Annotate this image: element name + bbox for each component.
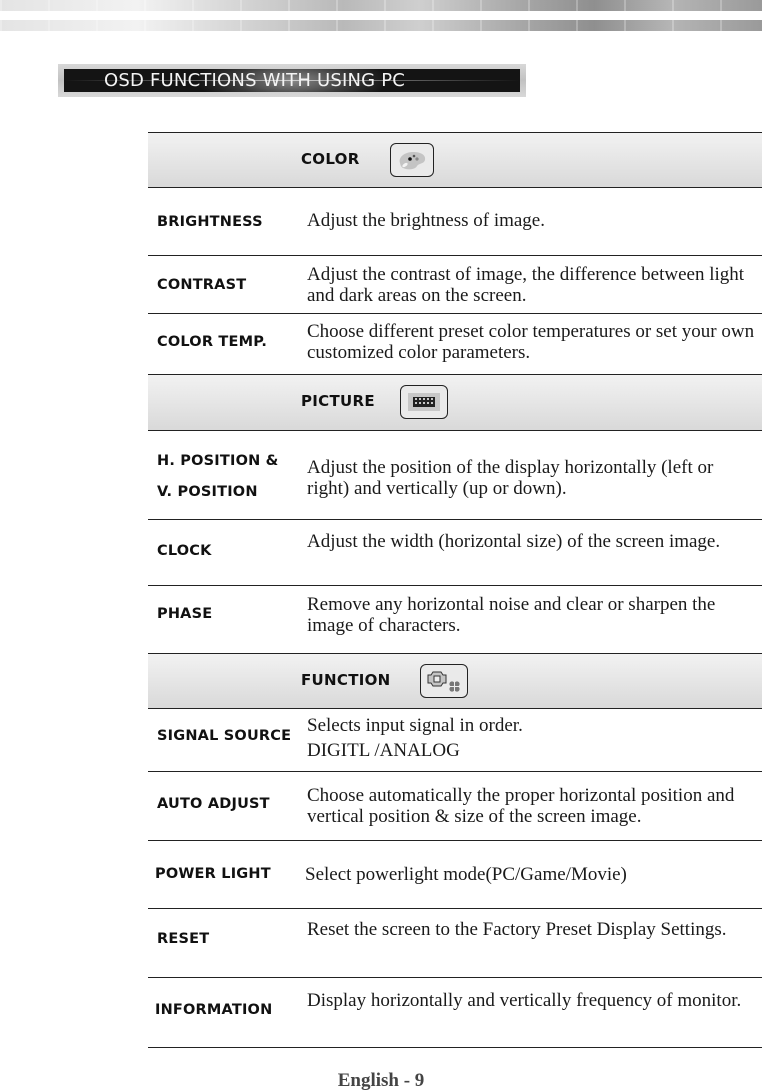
table-row: RESET Reset the screen to the Factory Pr… [148, 909, 762, 978]
row-label: CONTRAST [157, 277, 247, 293]
row-label: POWER LIGHT [155, 866, 271, 882]
row-description: Remove any horizontal noise and clear or… [307, 594, 716, 636]
row-description: Adjust the position of the display horiz… [307, 457, 714, 499]
page-title: OSD FUNCTIONS WITH USING PC [104, 70, 406, 91]
function-gear-icon [420, 664, 468, 698]
row-description: Adjust the contrast of image, the differ… [307, 264, 745, 306]
row-description: Selects input signal in order. [307, 715, 523, 736]
row-label: V. POSITION [157, 484, 258, 500]
color-palette-icon [390, 143, 434, 177]
top-banner-strip [0, 0, 762, 11]
row-label: SIGNAL SOURCE [157, 728, 292, 744]
row-label: PHASE [157, 606, 213, 622]
table-row: PHASE Remove any horizontal noise and cl… [148, 586, 762, 653]
table-row: POWER LIGHT Select powerlight mode(PC/Ga… [148, 841, 762, 909]
row-description: DIGITL /ANALOG [307, 740, 460, 761]
row-label: COLOR TEMP. [157, 334, 268, 350]
section-title: PICTURE [301, 392, 375, 410]
row-label: CLOCK [157, 543, 212, 559]
table-row: AUTO ADJUST Choose automatically the pro… [148, 772, 762, 841]
table-row: COLOR TEMP. Choose different preset colo… [148, 314, 762, 374]
row-description: Adjust the brightness of image. [307, 210, 545, 231]
row-description: Choose different preset color temperatur… [307, 321, 755, 363]
picture-grid-icon [400, 385, 448, 419]
section-header-picture: PICTURE [148, 374, 762, 431]
row-description: Select powerlight mode(PC/Game/Movie) [305, 864, 627, 885]
row-label: BRIGHTNESS [157, 214, 263, 230]
section-title: COLOR [301, 150, 360, 168]
page-title-bar: OSD FUNCTIONS WITH USING PC [58, 64, 526, 97]
row-label: INFORMATION [155, 1002, 273, 1018]
section-header-function: FUNCTION [148, 653, 762, 709]
table-row: CLOCK Adjust the width (horizontal size)… [148, 520, 762, 586]
row-description: Display horizontally and vertically freq… [307, 990, 742, 1011]
table-row: SIGNAL SOURCE Selects input signal in or… [148, 709, 762, 772]
row-label: AUTO ADJUST [157, 796, 270, 812]
osd-functions-table: COLOR BRIGHTNESS Adjust the brightness o… [148, 132, 762, 1048]
table-row: BRIGHTNESS Adjust the brightness of imag… [148, 188, 762, 256]
section-title: FUNCTION [301, 671, 391, 689]
row-description: Choose automatically the proper horizont… [307, 785, 735, 827]
top-banner-strip [0, 20, 762, 31]
table-row: H. POSITION & V. POSITION Adjust the pos… [148, 431, 762, 520]
section-header-color: COLOR [148, 132, 762, 188]
row-label: H. POSITION & [157, 453, 279, 469]
row-description: Adjust the width (horizontal size) of th… [307, 531, 721, 552]
row-description: Reset the screen to the Factory Preset D… [307, 919, 727, 940]
table-row: CONTRAST Adjust the contrast of image, t… [148, 256, 762, 314]
page-number: English - 9 [337, 1070, 425, 1091]
table-row: INFORMATION Display horizontally and ver… [148, 978, 762, 1048]
row-label: RESET [157, 931, 210, 947]
